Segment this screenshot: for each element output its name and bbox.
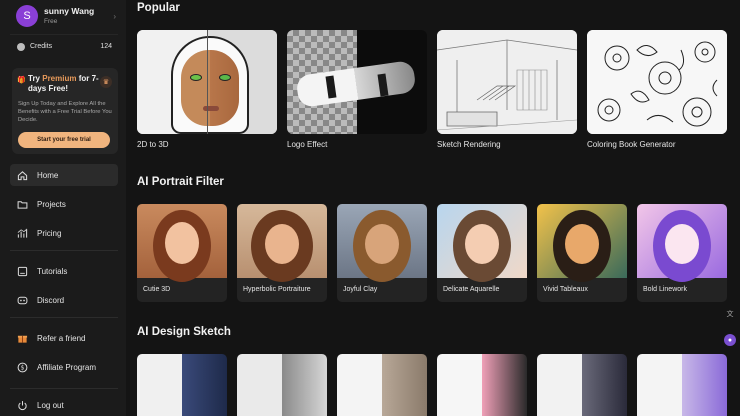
- nav-refer-label: Refer a friend: [37, 333, 86, 343]
- portrait-thumb: [237, 204, 327, 282]
- card-bold-linework[interactable]: Bold Linework: [637, 204, 727, 302]
- face-thumb: [181, 50, 239, 126]
- floating-tools: 文 ●: [724, 308, 736, 346]
- card-label: 2D to 3D: [137, 140, 169, 149]
- card-2d-to-3d[interactable]: [137, 30, 277, 134]
- card-label: Sketch Rendering: [437, 140, 501, 149]
- section-title-ai-portrait-filter: AI Portrait Filter: [137, 176, 224, 188]
- dollar-icon: $: [17, 362, 28, 372]
- portrait-thumb: [137, 204, 227, 282]
- card-sketch-rendering[interactable]: [437, 30, 577, 134]
- chevron-right-icon[interactable]: ›: [113, 12, 116, 21]
- nav-pricing[interactable]: Pricing: [10, 222, 118, 244]
- design-card[interactable]: [337, 354, 427, 416]
- design-card[interactable]: [437, 354, 527, 416]
- nav-refer-friend[interactable]: Refer a friend: [10, 327, 118, 349]
- nav-projects[interactable]: Projects: [10, 193, 118, 215]
- nav-home-label: Home: [37, 170, 59, 180]
- folder-icon: [17, 200, 28, 209]
- card-cutie-3d[interactable]: Cutie 3D: [137, 204, 227, 302]
- portrait-thumb: [637, 204, 727, 282]
- card-label: Logo Effect: [287, 140, 328, 149]
- start-free-trial-button[interactable]: Start your free trial: [18, 132, 110, 148]
- portrait-thumb: [437, 204, 527, 282]
- translate-icon[interactable]: 文: [724, 308, 736, 320]
- premium-highlight: Premium: [42, 74, 77, 83]
- pricing-icon: [17, 228, 28, 238]
- divider: [10, 317, 118, 318]
- sketch-interior-thumb: [437, 30, 577, 134]
- tutorials-icon: [17, 266, 28, 276]
- credits-value: 124: [100, 43, 112, 50]
- assistant-icon[interactable]: ●: [724, 334, 736, 346]
- card-label: Coloring Book Generator: [587, 140, 676, 149]
- gift-icon: 🎁: [17, 77, 26, 84]
- portrait-thumb: [537, 204, 627, 282]
- discord-icon: [17, 296, 28, 304]
- coin-icon: [17, 42, 25, 51]
- promo-description: Sign Up Today and Explore All the Benefi…: [18, 101, 112, 123]
- premium-promo-card: 🎁 Try Premium for 7-days Free! ♛ Sign Up…: [12, 68, 118, 154]
- card-vivid-tableaux[interactable]: Vivid Tableaux: [537, 204, 627, 302]
- portrait-thumb: [337, 204, 427, 282]
- user-name: sunny Wang: [44, 6, 95, 16]
- section-title-ai-design-sketch: AI Design Sketch: [137, 326, 231, 338]
- card-logo-effect[interactable]: [287, 30, 427, 134]
- card-hyperbolic-portraiture[interactable]: Hyperbolic Portraiture: [237, 204, 327, 302]
- section-title-popular: Popular: [137, 2, 180, 14]
- card-joyful-clay[interactable]: Joyful Clay: [337, 204, 427, 302]
- divider: [10, 250, 118, 251]
- avatar[interactable]: S: [16, 5, 38, 27]
- nav-tutorials[interactable]: Tutorials: [10, 260, 118, 282]
- nav-home[interactable]: Home: [10, 164, 118, 186]
- nav-pricing-label: Pricing: [37, 228, 62, 238]
- design-card[interactable]: [637, 354, 727, 416]
- crown-icon: ♛: [100, 76, 112, 88]
- design-card[interactable]: [137, 354, 227, 416]
- design-card[interactable]: [237, 354, 327, 416]
- nav-discord-label: Discord: [37, 295, 65, 305]
- credits-label: Credits: [30, 43, 53, 50]
- card-coloring-book-generator[interactable]: [587, 30, 727, 134]
- nav-projects-label: Projects: [37, 199, 66, 209]
- nav-logout[interactable]: Log out: [10, 394, 118, 416]
- nav-affiliate-label: Affiliate Program: [37, 362, 96, 372]
- main-content: Popular 2D to 3D Logo Effect Sketch Rend…: [126, 0, 740, 416]
- home-icon: [17, 170, 28, 180]
- nav-logout-label: Log out: [37, 400, 64, 410]
- nav-discord[interactable]: Discord: [10, 289, 118, 311]
- svg-text:$: $: [21, 364, 25, 371]
- coloring-flowers-thumb: [587, 30, 727, 134]
- promo-title: Try Premium for 7-days Free!: [28, 74, 99, 93]
- gift-icon: [17, 335, 28, 343]
- power-icon: [18, 400, 27, 410]
- user-profile[interactable]: S sunny Wang Free ›: [10, 2, 118, 30]
- design-card[interactable]: [537, 354, 627, 416]
- divider: [10, 388, 118, 389]
- user-plan: Free: [44, 18, 58, 25]
- card-delicate-aquarelle[interactable]: Delicate Aquarelle: [437, 204, 527, 302]
- nav-tutorials-label: Tutorials: [37, 266, 68, 276]
- credits-row: Credits 124: [10, 34, 118, 56]
- sidebar: S sunny Wang Free › Credits 124 🎁 Try Pr…: [0, 0, 126, 416]
- nav-affiliate-program[interactable]: $ Affiliate Program: [10, 356, 118, 378]
